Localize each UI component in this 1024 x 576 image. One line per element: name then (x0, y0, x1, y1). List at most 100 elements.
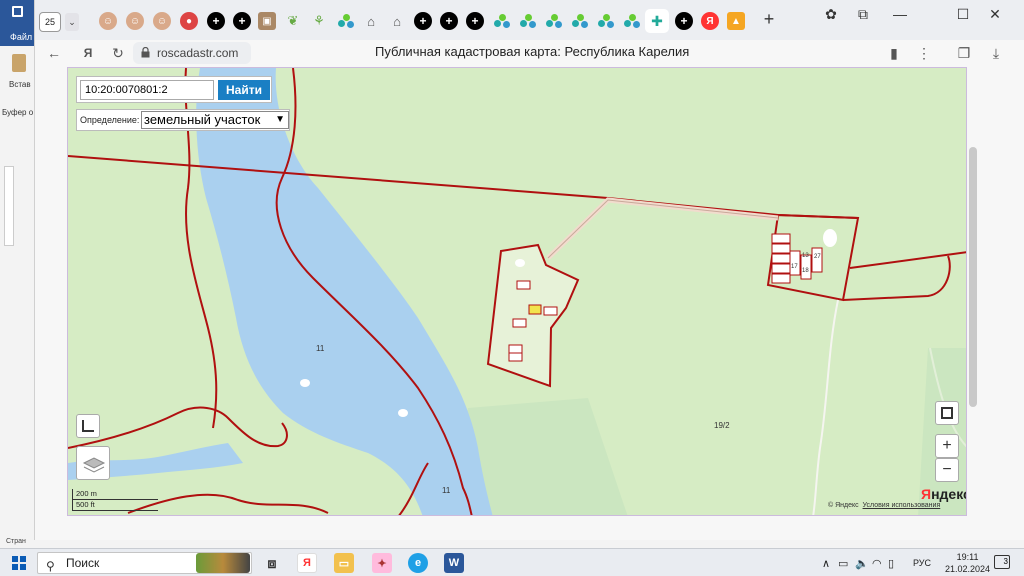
clipboard-label: Буфер о (2, 108, 34, 117)
clock[interactable]: 19:11 21.02.2024 (945, 551, 990, 575)
clock-time: 19:11 (956, 552, 979, 562)
ruler-tool-button[interactable] (76, 414, 100, 438)
parcel-label-11: 11 (442, 486, 451, 495)
windows-start-icon[interactable] (12, 556, 26, 570)
tab-favicon-plus-icon[interactable]: + (675, 12, 693, 30)
tab-favicon-dots-icon[interactable] (336, 12, 354, 30)
tab-favicon-dots-icon[interactable] (596, 12, 614, 30)
cadastral-map[interactable]: 11 11 19/2 17 13 18 27 10:20:0070801:2 Н… (67, 67, 967, 516)
minimize-button[interactable]: — (890, 6, 910, 22)
active-tab-map-icon[interactable]: ✚ (645, 9, 669, 33)
tab-favicon-yandex-icon[interactable]: Я (701, 12, 719, 30)
pin-icon[interactable]: ⧉ (853, 6, 873, 23)
word-ribbon-left: Встав Буфер о (0, 46, 34, 548)
parcel-label-17: 17 (791, 264, 798, 270)
task-view-icon[interactable]: ⧈ (262, 553, 282, 573)
tab-favicon-avatar[interactable]: ☺ (153, 12, 171, 30)
tab-favicon-game[interactable]: ● (180, 12, 198, 30)
tab-favicon-dots-icon[interactable] (622, 12, 640, 30)
network-icon[interactable]: ▭ (838, 557, 848, 570)
clock-date: 21.02.2024 (945, 564, 991, 574)
layers-button[interactable] (76, 446, 110, 480)
tab-favicon-avatar[interactable]: ☺ (99, 12, 117, 30)
file-explorer-icon[interactable]: ▭ (334, 553, 354, 573)
notifications-icon[interactable]: 3 (994, 555, 1010, 569)
battery-icon[interactable]: ▯ (888, 557, 894, 570)
scrollbar-thumb[interactable] (969, 147, 977, 407)
extensions-icon[interactable]: ✿ (821, 6, 841, 23)
zoom-out-button[interactable]: − (935, 458, 959, 482)
page-title: Публичная кадастровая карта: Республика … (375, 44, 690, 59)
yandex-home-icon[interactable]: Я (79, 44, 97, 62)
tab-favicon-plus-icon[interactable]: + (207, 12, 225, 30)
word-icon[interactable]: W (444, 553, 464, 573)
paste-label: Встав (9, 80, 31, 89)
tab-favicon-dots-icon[interactable] (544, 12, 562, 30)
terms-link[interactable]: Условия использования (863, 502, 941, 509)
back-arrow-icon[interactable]: ← (45, 44, 63, 62)
lock-icon (141, 47, 150, 58)
parcel-label-18: 18 (802, 268, 809, 274)
taskbar-search-placeholder: Поиск (66, 556, 100, 570)
layers-icon (82, 457, 106, 473)
tab-favicon-house-icon[interactable]: ⌂ (362, 12, 380, 30)
reload-icon[interactable]: ↻ (109, 44, 127, 62)
map-canvas[interactable] (68, 68, 967, 516)
tab-favicon-house-icon[interactable]: ⌂ (388, 12, 406, 30)
tab-favicon-avatar[interactable]: ☺ (126, 12, 144, 30)
paste-icon[interactable] (12, 54, 26, 72)
edge-icon[interactable]: e (408, 553, 428, 573)
download-icon[interactable]: ⤓ (987, 44, 1005, 62)
address-bar[interactable]: roscadastr.com (133, 42, 251, 64)
more-menu-icon[interactable]: ⋮ (915, 44, 933, 62)
tab-favicon-plus-icon[interactable]: + (440, 12, 458, 30)
volume-icon[interactable]: 🔈 (855, 557, 869, 570)
windows-taskbar: ⚲ Поиск ⧈ Я ▭ ✦ e W ∧ ▭ 🔈 ◠ ▯ РУС 19:11 … (0, 548, 1024, 576)
maximize-button[interactable]: ☐ (953, 6, 973, 23)
definition-panel: Определение: земельный участок ▼ (76, 109, 290, 131)
tab-favicon-dots-icon[interactable] (492, 12, 510, 30)
tab-favicon-dots-icon[interactable] (518, 12, 536, 30)
tab-favicon-plus-icon[interactable]: + (233, 12, 251, 30)
tab-favicon-box-icon[interactable]: ▣ (258, 12, 276, 30)
new-tab-button[interactable]: + (759, 10, 779, 30)
definition-label: Определение: (80, 115, 140, 125)
reading-list-icon[interactable]: ❐ (955, 44, 973, 62)
find-button[interactable]: Найти (218, 80, 270, 100)
tray-chevron-icon[interactable]: ∧ (822, 557, 830, 570)
parcel-label-19-2: 19/2 (714, 421, 730, 430)
yandex-browser-taskbar-icon[interactable]: Я (297, 553, 317, 573)
cadastral-search-panel: 10:20:0070801:2 Найти (76, 76, 272, 103)
page-scrollbar[interactable] (967, 67, 979, 540)
tab-list-chevron-icon[interactable]: ⌄ (65, 13, 79, 31)
chevron-down-icon: ▼ (275, 114, 285, 125)
scale-bar: 200 m 500 ft (72, 489, 158, 511)
tab-favicon-leaf-icon[interactable]: ⚘ (310, 12, 328, 30)
ruler-icon (82, 420, 94, 432)
notifications-count: 3 (1003, 557, 1008, 566)
zoom-in-button[interactable]: + (935, 434, 959, 458)
yandex-logo: Яндекс (921, 486, 967, 502)
navigation-bar: ← Я ↻ roscadastr.com Публичная кадастров… (35, 40, 1024, 66)
tab-favicon-plus-icon[interactable]: + (466, 12, 484, 30)
tab-favicon-plus-icon[interactable]: + (414, 12, 432, 30)
definition-select[interactable]: земельный участок ▼ (141, 111, 289, 129)
close-button[interactable]: ✕ (985, 6, 1005, 23)
tab-count-badge[interactable]: 25 (39, 12, 61, 32)
bookmark-icon[interactable]: ▮ (885, 44, 903, 62)
save-icon[interactable] (12, 6, 23, 17)
widgets-icon[interactable] (196, 553, 250, 573)
tab-favicon-leaf-icon[interactable]: ❦ (284, 12, 302, 30)
language-indicator[interactable]: РУС (913, 558, 931, 568)
cadastral-number-input[interactable]: 10:20:0070801:2 (80, 80, 214, 100)
file-menu[interactable]: Файл (0, 28, 34, 46)
scale-meters: 200 m (72, 489, 158, 500)
map-copyright: © Яндекс Условия использования (828, 502, 941, 509)
tab-favicon-dots-icon[interactable] (570, 12, 588, 30)
tab-favicon-image-icon[interactable]: ▲ (727, 12, 745, 30)
wifi-icon[interactable]: ◠ (872, 557, 882, 570)
vertical-ruler (4, 166, 14, 246)
fullscreen-button[interactable] (935, 401, 959, 425)
app-taskbar-icon[interactable]: ✦ (372, 553, 392, 573)
definition-selected-value: земельный участок (144, 112, 261, 127)
